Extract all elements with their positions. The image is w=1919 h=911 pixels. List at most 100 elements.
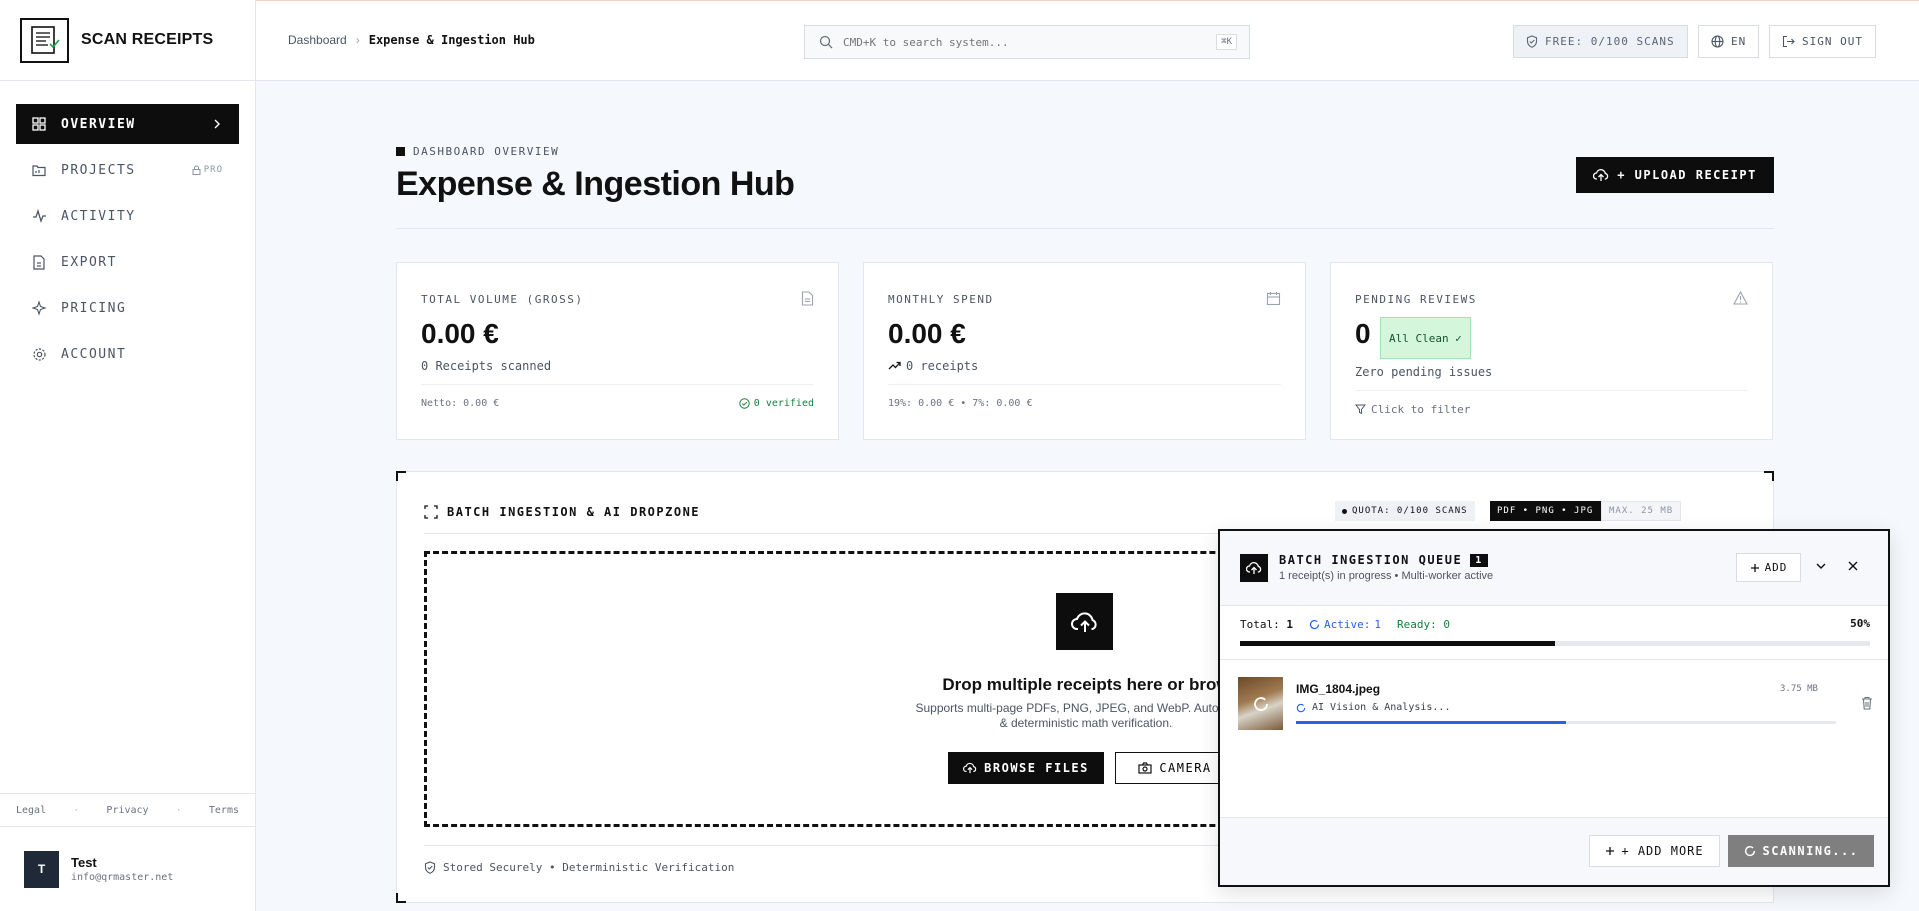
- filter-link[interactable]: Click to filter: [1355, 403, 1470, 416]
- dropzone-title: BATCH INGESTION & AI DROPZONE: [424, 505, 700, 519]
- grid-icon: [32, 117, 50, 131]
- quota-tag: QUOTA: 0/100 SCANS: [1335, 501, 1475, 521]
- sidebar-item-label: PRICING: [61, 300, 127, 316]
- upload-receipt-button[interactable]: + UPLOAD RECEIPT: [1576, 157, 1774, 193]
- active-stat: Active: 1: [1309, 618, 1381, 631]
- camera-button[interactable]: CAMERA: [1115, 752, 1235, 784]
- card-value: 0.00 €: [888, 318, 966, 349]
- plus-icon: [1750, 563, 1760, 573]
- sidebar-item-label: OVERVIEW: [61, 116, 136, 132]
- shield-check-icon: [1526, 35, 1538, 48]
- sidebar-item-overview[interactable]: OVERVIEW: [16, 104, 239, 144]
- logout-icon: [1782, 35, 1795, 48]
- trash-icon[interactable]: [1861, 696, 1873, 710]
- card-subtext: 0 Receipts scanned: [421, 359, 552, 373]
- cloud-upload-icon: [1593, 168, 1609, 182]
- file-export-icon: [32, 254, 50, 270]
- card-tax-breakdown: 19%: 0.00 € • 7%: 0.00 €: [888, 398, 1033, 409]
- sidebar-item-pricing[interactable]: PRICING: [16, 288, 239, 328]
- total-stat: Total: 1: [1240, 618, 1293, 631]
- legal-link[interactable]: Legal: [16, 805, 46, 816]
- plus-icon: [1605, 846, 1615, 856]
- file-name: IMG_1804.jpeg: [1296, 682, 1381, 696]
- queue-progress-bar: [1240, 641, 1870, 646]
- breadcrumb-current: Expense & Ingestion Hub: [368, 33, 535, 47]
- scanning-button[interactable]: SCANNING...: [1728, 835, 1874, 867]
- close-icon[interactable]: [1847, 560, 1859, 572]
- spinner-icon: [1253, 696, 1268, 711]
- sidebar-footer-links: Legal · Privacy · Terms: [0, 793, 255, 826]
- avatar: T: [24, 850, 59, 888]
- sidebar-item-export[interactable]: EXPORT: [16, 242, 239, 282]
- queue-count-badge: 1: [1470, 553, 1488, 567]
- pro-badge: PRO: [192, 165, 223, 175]
- link-separator: ·: [175, 804, 182, 816]
- sidebar-item-account[interactable]: ACCOUNT: [16, 334, 239, 374]
- ready-stat: Ready: 0: [1396, 618, 1450, 631]
- chevron-down-icon[interactable]: [1815, 560, 1827, 572]
- sparkle-icon: [32, 300, 50, 316]
- dot-icon: [1342, 508, 1347, 514]
- queue-subtitle: 1 receipt(s) in progress • Multi-worker …: [1279, 570, 1494, 582]
- warning-icon: [1733, 291, 1748, 305]
- card-subtext: 0 receipts: [888, 359, 978, 373]
- card-value: 0: [1355, 318, 1371, 349]
- spinner-icon: [1744, 845, 1756, 857]
- sidebar-item-activity[interactable]: ACTIVITY: [16, 196, 239, 236]
- cloud-upload-icon: [1056, 593, 1113, 650]
- file-size: 3.75 MB: [1780, 684, 1818, 694]
- card-total-volume: TOTAL VOLUME (GROSS) 0.00 € 0 Receipts s…: [396, 262, 839, 440]
- card-monthly-spend: MONTHLY SPEND 0.00 € 0 receipts 19%: 0.0…: [863, 262, 1306, 440]
- privacy-link[interactable]: Privacy: [106, 805, 148, 816]
- link-separator: ·: [73, 804, 80, 816]
- search-icon: [819, 35, 833, 49]
- pulse-icon: [32, 209, 50, 223]
- user-profile[interactable]: T Test info@qrmaster.net: [0, 826, 255, 911]
- lock-icon: [192, 165, 201, 175]
- card-value: 0.00 €: [421, 318, 499, 349]
- chevron-right-icon: [213, 119, 221, 129]
- cloud-upload-icon: [963, 762, 977, 774]
- browse-files-button[interactable]: BROWSE FILES: [948, 752, 1104, 784]
- sidebar-item-label: ACTIVITY: [61, 208, 136, 224]
- card-pending-reviews[interactable]: PENDING REVIEWS 0 All Clean ✓ Zero pendi…: [1330, 262, 1773, 440]
- folder-icon: [32, 163, 50, 177]
- card-subtext: Zero pending issues: [1355, 365, 1493, 379]
- search-input[interactable]: [843, 35, 1183, 49]
- divider: [1355, 390, 1748, 391]
- calendar-icon: [1266, 291, 1281, 306]
- queue-add-button[interactable]: ADD: [1736, 553, 1801, 582]
- logo[interactable]: SCAN RECEIPTS: [0, 0, 255, 81]
- max-size-tag: MAX. 25 MB: [1601, 501, 1682, 521]
- gear-icon: [32, 347, 50, 362]
- file-progress-fill: [1296, 721, 1566, 724]
- receipt-logo-icon: [20, 17, 69, 63]
- terms-link[interactable]: Terms: [209, 805, 239, 816]
- frame-corner: [1764, 471, 1774, 481]
- breadcrumb-dashboard[interactable]: Dashboard: [288, 33, 347, 47]
- app-name: SCAN RECEIPTS: [81, 31, 214, 48]
- search-bar[interactable]: ⌘K: [804, 25, 1250, 59]
- square-icon: [396, 147, 405, 156]
- filter-icon: [1355, 404, 1366, 415]
- card-label: PENDING REVIEWS: [1355, 293, 1477, 306]
- divider: [888, 384, 1281, 385]
- card-label: TOTAL VOLUME (GROSS): [421, 293, 584, 306]
- file-thumbnail[interactable]: [1238, 677, 1283, 730]
- divider: [421, 384, 814, 385]
- page-eyebrow: DASHBOARD OVERVIEW: [396, 145, 559, 158]
- sidebar-item-label: EXPORT: [61, 254, 117, 270]
- breadcrumb: Dashboard › Expense & Ingestion Hub: [288, 33, 535, 47]
- plan-badge[interactable]: FREE: 0/100 SCANS: [1513, 25, 1688, 58]
- language-button[interactable]: EN: [1698, 25, 1760, 58]
- frame-corner: [396, 893, 406, 903]
- divider: [396, 228, 1774, 229]
- check-circle-icon: [739, 398, 750, 409]
- add-more-button[interactable]: + ADD MORE: [1589, 835, 1720, 867]
- shield-check-icon: [424, 861, 436, 874]
- sign-out-button[interactable]: SIGN OUT: [1769, 25, 1876, 58]
- file-progress-bar: [1296, 721, 1836, 724]
- user-email: info@qrmaster.net: [71, 872, 174, 883]
- sidebar-item-projects[interactable]: PROJECTS PRO: [16, 150, 239, 190]
- spinner-icon: [1296, 703, 1306, 713]
